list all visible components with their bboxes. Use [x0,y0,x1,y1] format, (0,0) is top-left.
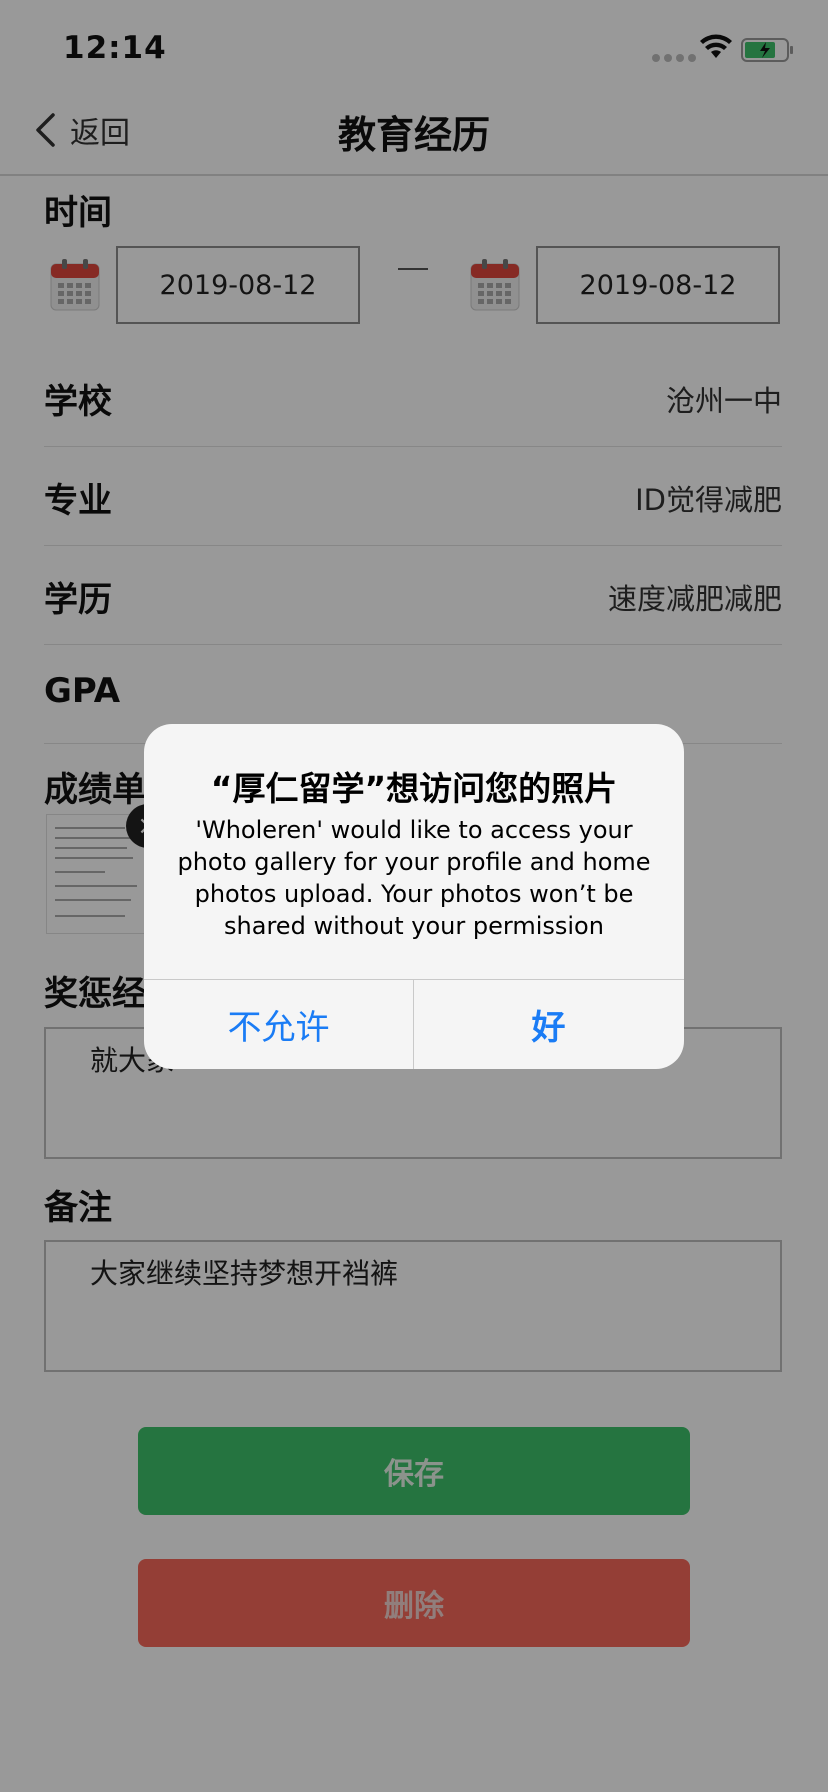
deny-button[interactable]: 不允许 [144,980,413,1069]
photo-permission-alert: “厚仁留学”想访问您的照片 'Wholeren' would like to a… [144,724,684,1069]
alert-message: 'Wholeren' would like to access your pho… [177,816,651,940]
alert-title: “厚仁留学”想访问您的照片 [210,769,618,808]
allow-button[interactable]: 好 [414,980,683,1069]
